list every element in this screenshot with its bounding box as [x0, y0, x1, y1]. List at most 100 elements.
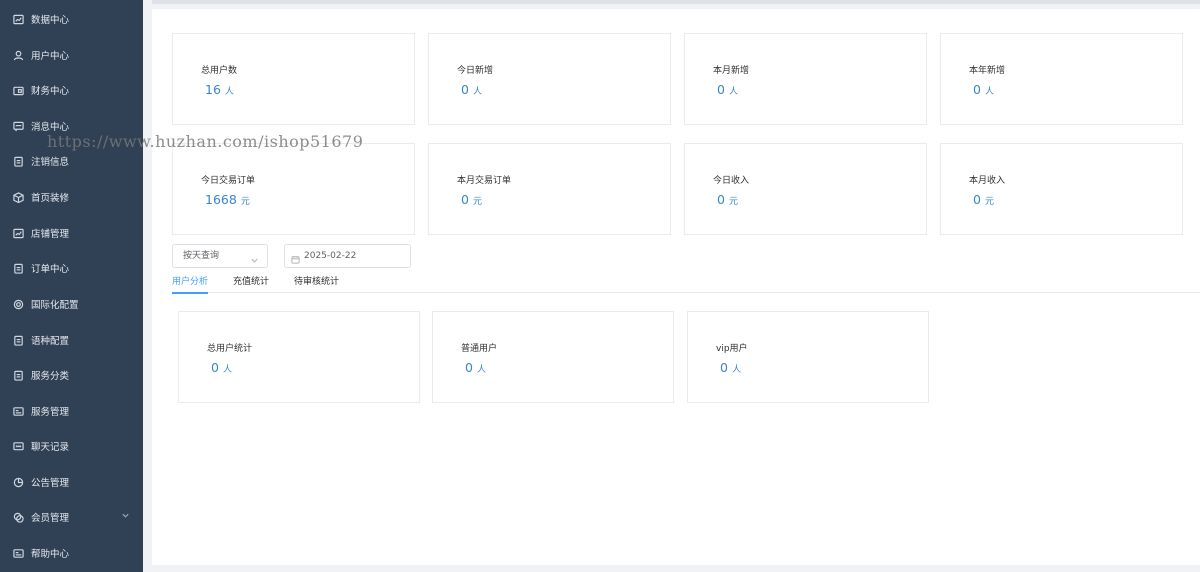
sidebar-item-finance-center[interactable]: 财务中心 [0, 72, 143, 108]
stat-label: 今日新增 [457, 66, 494, 76]
tab-pending-review-stats[interactable]: 待审核统计 [294, 274, 339, 293]
stat-value: 0 [461, 192, 469, 207]
sidebar-item-user-center[interactable]: 用户中心 [0, 37, 143, 73]
sidebar-item-label: 服务管理 [31, 407, 70, 418]
stat-value-wrap: 0人 [211, 360, 232, 375]
stat-unit: 人 [222, 365, 232, 375]
stat-card-today-new: 今日新增 0人 [428, 33, 671, 125]
query-mode-value: 按天查询 [183, 251, 220, 261]
stat-unit: 元 [240, 197, 250, 207]
sidebar-item-language-config[interactable]: 语种配置 [0, 322, 143, 358]
stat-value: 0 [461, 82, 469, 97]
stat-card-total-user-stats: 总用户统计 0人 [178, 311, 420, 403]
stat-value: 0 [973, 192, 981, 207]
sidebar-item-service-category[interactable]: 服务分类 [0, 357, 143, 393]
stat-value-wrap: 0元 [717, 192, 738, 207]
stat-value: 0 [717, 82, 725, 97]
tab-user-analysis[interactable]: 用户分析 [172, 274, 209, 294]
stat-unit: 人 [476, 365, 486, 375]
sidebar-item-message-center[interactable]: 消息中心 [0, 108, 143, 144]
sidebar-item-chat-records[interactable]: 聊天记录 [0, 428, 143, 464]
stat-card-month-orders: 本月交易订单 0元 [428, 143, 671, 235]
date-value: 2025-02-22 [304, 251, 357, 261]
stat-value: 1668 [205, 192, 237, 207]
stat-unit: 人 [472, 87, 482, 97]
sidebar-item-member-management[interactable]: 会员管理 [0, 499, 143, 535]
gear-icon [12, 298, 24, 310]
sidebar-item-homepage-decoration[interactable]: 首页装修 [0, 179, 143, 215]
stat-card-regular-users: 普通用户 0人 [432, 311, 674, 403]
query-mode-select[interactable]: 按天查询 [172, 244, 268, 268]
clipboard-icon [12, 334, 24, 346]
pie-icon [12, 476, 24, 488]
stat-label: 今日收入 [713, 176, 750, 186]
stat-card-month-new: 本月新增 0人 [684, 33, 927, 125]
stat-value-wrap: 0人 [465, 360, 486, 375]
stat-card-vip-users: vip用户 0人 [687, 311, 929, 403]
stat-card-year-new: 本年新增 0人 [940, 33, 1183, 125]
stat-label: 今日交易订单 [201, 176, 256, 186]
date-picker[interactable]: 2025-02-22 [284, 244, 411, 268]
stat-card-month-income: 本月收入 0元 [940, 143, 1183, 235]
sidebar-item-label: 数据中心 [31, 15, 70, 26]
stat-label: 本月新增 [713, 66, 750, 76]
stat-value-wrap: 0人 [461, 82, 482, 97]
sidebar-item-label: 店铺管理 [31, 229, 70, 240]
chat-icon [12, 440, 24, 452]
stat-value-wrap: 16 人 [205, 82, 234, 97]
wallet-icon [12, 84, 24, 96]
sidebar-item-label: 服务分类 [31, 371, 70, 382]
chart-icon [12, 227, 24, 239]
sidebar-item-help-center[interactable]: 帮助中心 [0, 535, 143, 571]
stat-label: 普通用户 [461, 344, 498, 354]
tab-recharge-stats[interactable]: 充值统计 [233, 274, 269, 293]
sidebar-item-store-management[interactable]: 店铺管理 [0, 215, 143, 251]
stat-label: 本年新增 [969, 66, 1006, 76]
sidebar-item-label: 帮助中心 [31, 549, 70, 560]
stat-unit: 人 [728, 87, 738, 97]
sidebar-item-label: 注销信息 [31, 157, 70, 168]
chevron-down-icon [250, 252, 259, 263]
stat-card-today-orders: 今日交易订单 1668 元 [172, 143, 415, 235]
sidebar-item-i18n-config[interactable]: 国际化配置 [0, 286, 143, 322]
stat-label: 总用户数 [201, 66, 238, 76]
stat-value: 0 [465, 360, 473, 375]
message-icon [12, 120, 24, 132]
calendar-icon [291, 251, 300, 264]
stats-tabs: 用户分析 充值统计 待审核统计 [172, 272, 1200, 294]
chart-icon [12, 13, 24, 25]
clipboard-icon [12, 262, 24, 274]
stat-unit: 元 [728, 197, 738, 207]
stat-unit: 人 [224, 87, 234, 97]
card-icon [12, 405, 24, 417]
stat-card-today-income: 今日收入 0元 [684, 143, 927, 235]
stat-label: 本月收入 [969, 176, 1006, 186]
stat-value: 0 [717, 192, 725, 207]
stat-value: 0 [720, 360, 728, 375]
stat-label: 总用户统计 [207, 344, 253, 354]
chevron-down-icon[interactable] [121, 511, 131, 521]
sidebar-item-order-center[interactable]: 订单中心 [0, 250, 143, 286]
stat-unit: 人 [984, 87, 994, 97]
sidebar-item-cancellation-info[interactable]: 注销信息 [0, 143, 143, 179]
user-icon [12, 49, 24, 61]
clipboard-icon [12, 369, 24, 381]
card-icon [12, 547, 24, 559]
stat-value: 0 [211, 360, 219, 375]
sidebar-item-label: 用户中心 [31, 51, 70, 62]
sidebar-item-label: 财务中心 [31, 86, 70, 97]
sidebar-item-service-management[interactable]: 服务管理 [0, 393, 143, 429]
sidebar-item-label: 国际化配置 [31, 300, 79, 311]
sidebar-item-label: 会员管理 [31, 513, 70, 524]
sidebar-item-label: 语种配置 [31, 336, 70, 347]
sidebar-item-label: 公告管理 [31, 478, 70, 489]
stat-unit: 元 [472, 197, 482, 207]
stat-value: 16 [205, 82, 221, 97]
top-strip [152, 0, 1200, 4]
sidebar-item-announcement-management[interactable]: 公告管理 [0, 464, 143, 500]
stat-unit: 人 [731, 365, 741, 375]
stat-value-wrap: 0人 [720, 360, 741, 375]
sidebar-item-data-center[interactable]: 数据中心 [0, 1, 143, 37]
sidebar: 数据中心 用户中心 财务中心 消息中心 注销信息 首页装修 店铺管理 订单中心 … [0, 0, 143, 572]
sidebar-item-label: 聊天记录 [31, 442, 70, 453]
